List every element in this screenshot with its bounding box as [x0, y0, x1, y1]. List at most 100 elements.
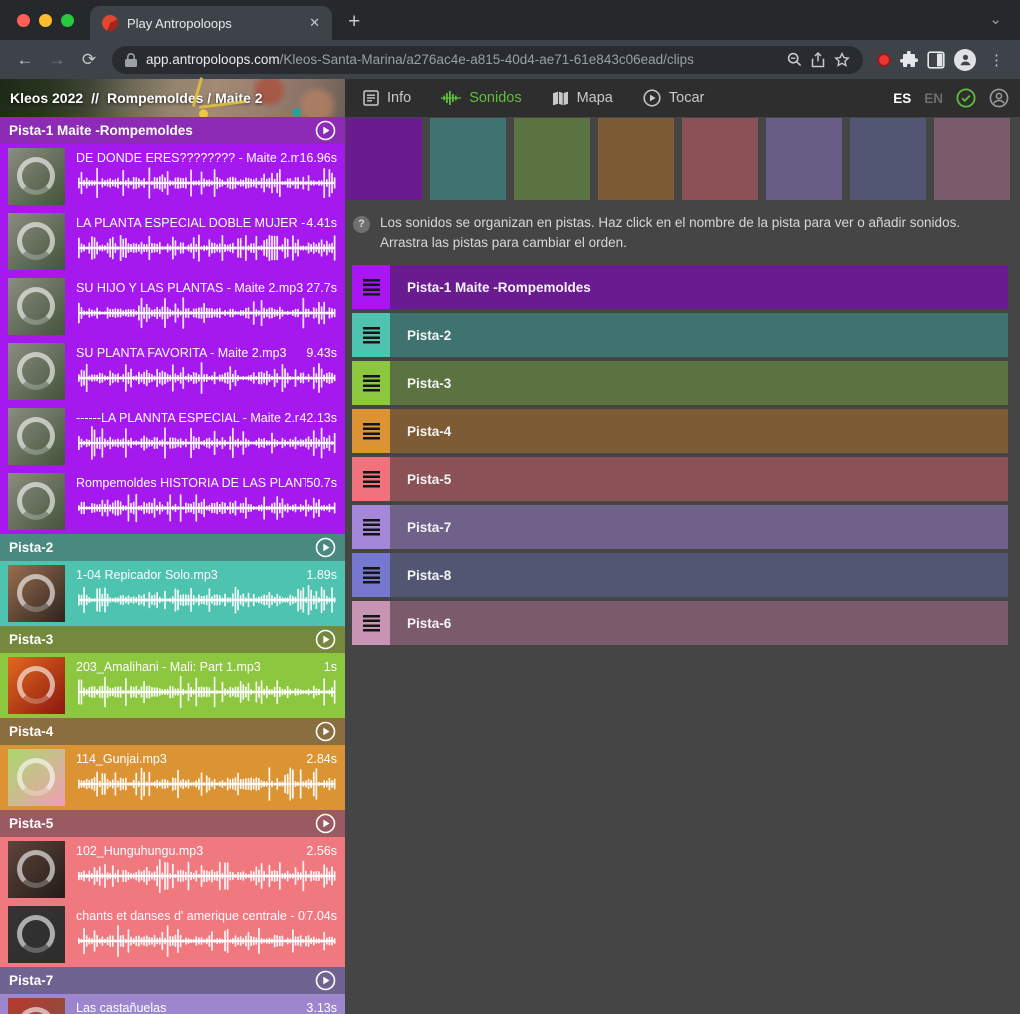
- breadcrumb-project[interactable]: Kleos 2022: [10, 90, 83, 106]
- track-row-label[interactable]: Pista-7: [390, 505, 1008, 549]
- tab-search-chevron-icon[interactable]: ⌄: [989, 10, 1020, 40]
- zoom-icon[interactable]: [787, 52, 802, 67]
- track-drag-handle[interactable]: [352, 265, 390, 309]
- audio-clip[interactable]: 114_Gunjai.mp32.84s: [0, 745, 345, 810]
- clip-title-row: chants et danses d' amerique centrale - …: [76, 909, 337, 923]
- clip-waveform[interactable]: [76, 858, 337, 894]
- track-row-label[interactable]: Pista-4: [390, 409, 1008, 453]
- app-header: Kleos 2022 // Rompemoldes / Maite 2 Info…: [0, 79, 1020, 117]
- back-button[interactable]: ←: [10, 50, 40, 70]
- new-tab-button[interactable]: +: [332, 10, 360, 40]
- track-section-header[interactable]: Pista-3: [0, 626, 345, 653]
- clip-name: 114_Gunjai.mp3: [76, 752, 306, 766]
- track-row-label[interactable]: Pista-1 Maite -Rompemoldes: [390, 265, 1008, 309]
- clip-waveform[interactable]: [76, 490, 337, 526]
- clip-waveform[interactable]: [76, 923, 337, 959]
- track-drag-handle[interactable]: [352, 409, 390, 453]
- clip-name: 1-04 Repicador Solo.mp3: [76, 568, 306, 582]
- clip-thumbnail: [8, 565, 65, 622]
- audio-clip[interactable]: 203_Amalihani - Mali: Part 1.mp31s: [0, 653, 345, 718]
- window-zoom-button[interactable]: [61, 14, 74, 27]
- clip-body: SU PLANTA FAVORITA - Maite 2.mp39.43s: [76, 343, 337, 404]
- track-section-header[interactable]: Pista-5: [0, 810, 345, 837]
- browser-tab[interactable]: Play Antropoloops ✕: [90, 6, 332, 40]
- track-row-label[interactable]: Pista-8: [390, 553, 1008, 597]
- audio-clip[interactable]: DE DONDE ERES???????? - Maite 2.mp316.96…: [0, 144, 345, 209]
- header-right: ES EN: [893, 88, 1020, 108]
- track-section-header[interactable]: Pista-1 Maite -Rompemoldes: [0, 117, 345, 144]
- play-track-icon[interactable]: [315, 537, 336, 558]
- clip-waveform[interactable]: [76, 230, 337, 266]
- clip-waveform[interactable]: [76, 766, 337, 802]
- audio-clip[interactable]: LA PLANTA ESPECIAL DOBLE MUJER - Mai...4…: [0, 209, 345, 274]
- audio-clip[interactable]: Rompemoldes HISTORIA DE LAS PLANTAS...50…: [0, 469, 345, 534]
- clip-duration: 16.96s: [299, 151, 337, 165]
- track-section-title: Pista-7: [9, 973, 309, 988]
- clip-waveform[interactable]: [76, 674, 337, 710]
- record-indicator-icon[interactable]: [877, 53, 891, 67]
- side-panel-icon[interactable]: [927, 51, 945, 69]
- audio-clip[interactable]: SU HIJO Y LAS PLANTAS - Maite 2.mp327.7s: [0, 274, 345, 339]
- play-track-icon[interactable]: [315, 120, 336, 141]
- audio-clip[interactable]: chants et danses d' amerique centrale - …: [0, 902, 345, 967]
- audio-clip[interactable]: SU PLANTA FAVORITA - Maite 2.mp39.43s: [0, 339, 345, 404]
- track-row-label[interactable]: Pista-6: [390, 601, 1008, 645]
- track-row-label[interactable]: Pista-5: [390, 457, 1008, 501]
- track-row-label[interactable]: Pista-2: [390, 313, 1008, 357]
- track-drag-handle[interactable]: [352, 457, 390, 501]
- clip-duration: 7.04s: [306, 909, 337, 923]
- play-track-icon[interactable]: [315, 813, 336, 834]
- extensions-puzzle-icon[interactable]: [900, 51, 918, 69]
- play-track-icon[interactable]: [315, 970, 336, 991]
- lang-en-button[interactable]: EN: [924, 91, 943, 106]
- lang-es-button[interactable]: ES: [893, 91, 911, 106]
- audio-clip[interactable]: 102_Hunguhungu.mp32.56s: [0, 837, 345, 902]
- share-icon[interactable]: [811, 52, 825, 68]
- drag-handle-icon: [363, 327, 380, 344]
- track-section-header[interactable]: Pista-2: [0, 534, 345, 561]
- track-drag-handle[interactable]: [352, 505, 390, 549]
- bookmark-star-icon[interactable]: [834, 52, 850, 68]
- track-drag-handle[interactable]: [352, 601, 390, 645]
- reload-button[interactable]: ⟳: [74, 50, 104, 70]
- play-track-icon[interactable]: [315, 629, 336, 650]
- nav-sonidos[interactable]: Sonidos: [441, 90, 521, 106]
- nav-tocar[interactable]: Tocar: [643, 89, 704, 107]
- audio-clip[interactable]: ------LA PLANNTA ESPECIAL - Maite 2.mp34…: [0, 404, 345, 469]
- window-close-button[interactable]: [17, 14, 30, 27]
- audio-clip[interactable]: Las castañuelas3.13s: [0, 994, 345, 1014]
- clip-waveform[interactable]: [76, 425, 337, 461]
- nav-mapa[interactable]: Mapa: [552, 90, 613, 106]
- sync-check-icon[interactable]: [956, 88, 976, 108]
- clip-title-row: SU PLANTA FAVORITA - Maite 2.mp39.43s: [76, 346, 337, 360]
- clip-body: chants et danses d' amerique centrale - …: [76, 906, 337, 967]
- nav-info[interactable]: Info: [363, 90, 411, 106]
- toolbar-extensions-area: ⋮: [871, 49, 1010, 71]
- color-swatches: [345, 117, 1020, 200]
- help-line: ? Los sonidos se organizan en pistas. Ha…: [345, 200, 1020, 252]
- track-section-title: Pista-1 Maite -Rompemoldes: [9, 123, 309, 138]
- browser-menu-icon[interactable]: ⋮: [985, 51, 1008, 69]
- account-icon[interactable]: [989, 88, 1009, 108]
- audio-clip[interactable]: 1-04 Repicador Solo.mp31.89s: [0, 561, 345, 626]
- address-bar[interactable]: app.antropoloops.com/Kleos-Santa-Marina/…: [112, 46, 863, 74]
- track-drag-handle[interactable]: [352, 361, 390, 405]
- page-body: Pista-1 Maite -Rompemoldes DE DONDE ERES?…: [0, 117, 1020, 1014]
- track-section-header[interactable]: Pista-7: [0, 967, 345, 994]
- browser-profile-avatar[interactable]: [954, 49, 976, 71]
- track-section-header[interactable]: Pista-4: [0, 718, 345, 745]
- track-row-label[interactable]: Pista-3: [390, 361, 1008, 405]
- url-text[interactable]: app.antropoloops.com/Kleos-Santa-Marina/…: [146, 52, 778, 67]
- clip-waveform[interactable]: [76, 360, 337, 396]
- clip-waveform[interactable]: [76, 295, 337, 331]
- track-drag-handle[interactable]: [352, 553, 390, 597]
- breadcrumb-map-banner[interactable]: Kleos 2022 // Rompemoldes / Maite 2: [0, 79, 345, 117]
- tab-close-icon[interactable]: ✕: [309, 15, 320, 31]
- clip-name: SU HIJO Y LAS PLANTAS - Maite 2.mp3: [76, 281, 306, 295]
- clip-waveform[interactable]: [76, 582, 337, 618]
- window-minimize-button[interactable]: [39, 14, 52, 27]
- track-drag-handle[interactable]: [352, 313, 390, 357]
- clip-duration: 27.7s: [306, 281, 337, 295]
- clip-waveform[interactable]: [76, 165, 337, 201]
- play-track-icon[interactable]: [315, 721, 336, 742]
